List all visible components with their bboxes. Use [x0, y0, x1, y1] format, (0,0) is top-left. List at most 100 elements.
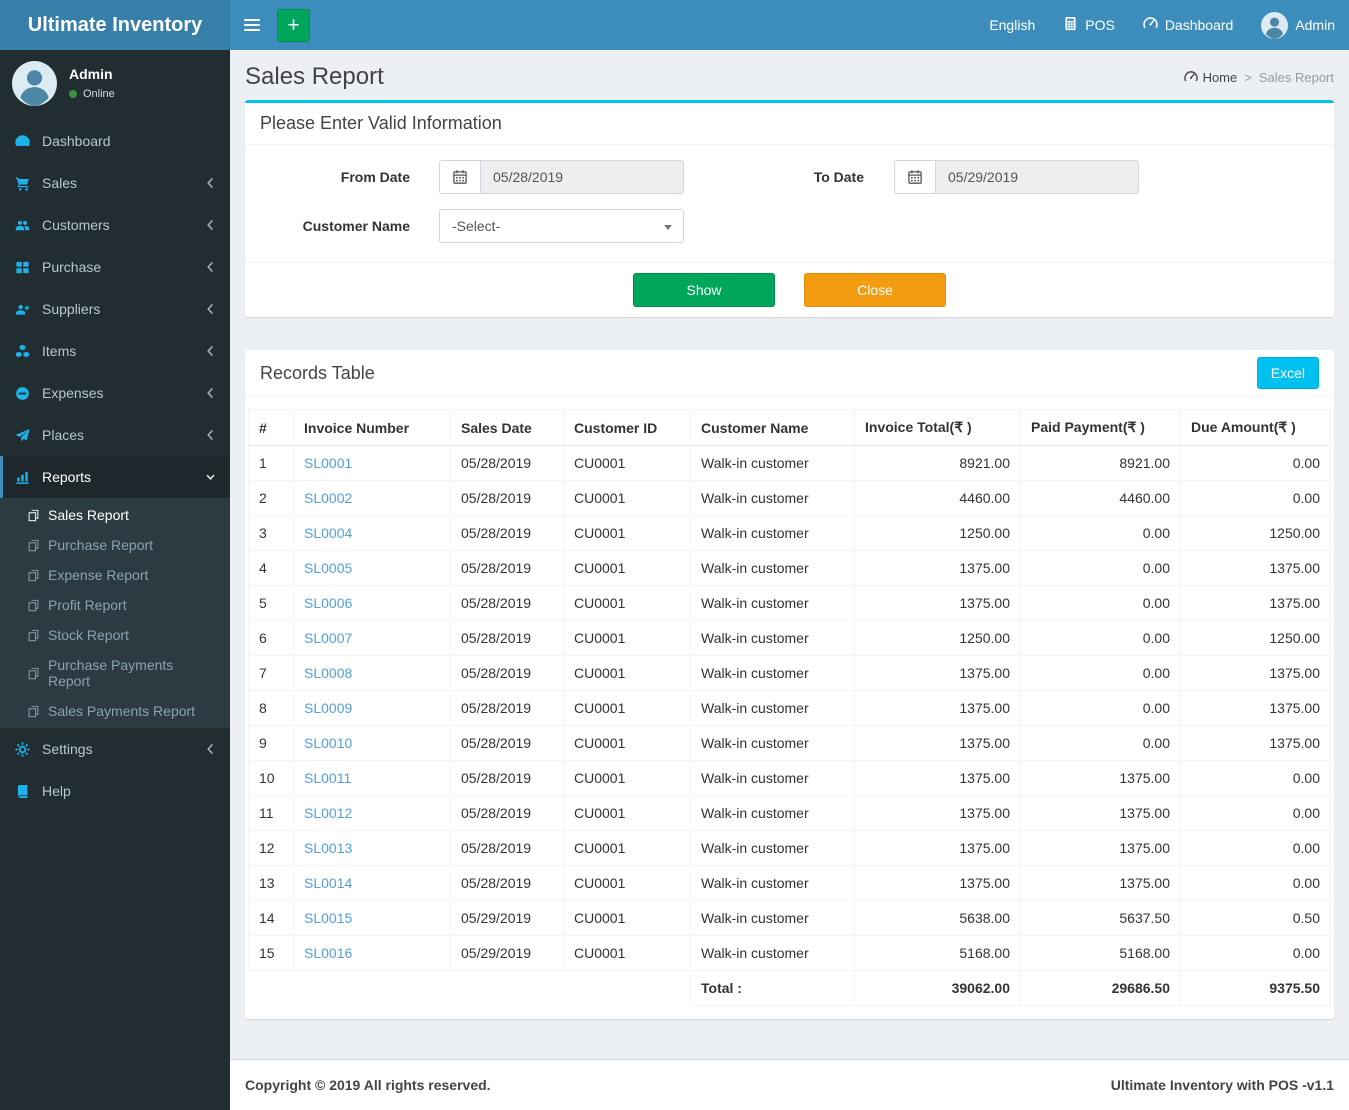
invoice-link[interactable]: SL0012	[304, 805, 352, 821]
row-number: 8	[248, 690, 294, 726]
due-amount-cell: 0.00	[1180, 830, 1331, 866]
column-header-due-amount[interactable]: Due Amount(₹ )	[1180, 409, 1331, 446]
table-row: 10 SL0011 05/28/2019 CU0001 Walk-in customer…	[248, 760, 1331, 796]
sidebar-item-label: Dashboard	[42, 133, 111, 149]
invoice-link[interactable]: SL0010	[304, 735, 352, 751]
due-amount-cell: 1250.00	[1180, 620, 1331, 656]
from-date-input[interactable]	[480, 160, 684, 194]
table-row: 14 SL0015 05/29/2019 CU0001 Walk-in customer…	[248, 900, 1331, 936]
invoice-link[interactable]: SL0016	[304, 945, 352, 961]
row-number: 10	[248, 760, 294, 796]
customer-name-cell: Walk-in customer	[690, 445, 855, 481]
invoice-link[interactable]: SL0004	[304, 525, 352, 541]
angle-left-icon	[206, 177, 215, 189]
nav-dashboard[interactable]: Dashboard	[1129, 0, 1248, 50]
sidebar-subitem-sales-report[interactable]: Sales Report	[0, 500, 230, 530]
to-date-input[interactable]	[935, 160, 1139, 194]
records-panel: Records Table Excel # Invoice Number Sales…	[245, 350, 1334, 1019]
user-status[interactable]: Online	[69, 88, 115, 100]
table-row: 6 SL0007 05/28/2019 CU0001 Walk-in customer 1…	[248, 620, 1331, 656]
column-header-customer-name[interactable]: Customer Name	[690, 409, 855, 446]
paid-payment-cell: 1375.00	[1020, 760, 1181, 796]
quick-add-button[interactable]: +	[277, 8, 310, 42]
sidebar-item-help[interactable]: Help	[0, 770, 230, 812]
bar-chart-icon	[15, 470, 33, 485]
invoice-link[interactable]: SL0013	[304, 840, 352, 856]
column-header-invoice-number[interactable]: Invoice Number	[293, 409, 451, 446]
sidebar-subitem-purchase-report[interactable]: Purchase Report	[0, 530, 230, 560]
sidebar-item-settings[interactable]: Settings	[0, 728, 230, 770]
sidebar-item-reports[interactable]: Reports	[0, 456, 230, 498]
hamburger-icon	[244, 19, 260, 31]
sidebar-subitem-purchase-payments-report[interactable]: Purchase Payments Report	[0, 650, 230, 696]
copy-icon	[27, 599, 40, 612]
customer-name-cell: Walk-in customer	[690, 935, 855, 971]
paid-payment-cell: 0.00	[1020, 620, 1181, 656]
nav-pos[interactable]: POS	[1049, 0, 1129, 50]
sidebar-item-label: Settings	[42, 741, 93, 757]
app-logo[interactable]: Ultimate Inventory	[0, 0, 230, 50]
invoice-link[interactable]: SL0008	[304, 665, 352, 681]
sidebar-item-expenses[interactable]: Expenses	[0, 372, 230, 414]
sidebar-item-label: Places	[42, 427, 85, 443]
nav-user-menu[interactable]: Admin	[1247, 0, 1349, 50]
customer-name-cell: Walk-in customer	[690, 550, 855, 586]
sidebar-item-purchase[interactable]: Purchase	[0, 246, 230, 288]
customer-select[interactable]: -Select-	[439, 209, 684, 243]
total-paid-amount: 29686.50	[1020, 970, 1181, 1006]
sidebar-item-places[interactable]: Places	[0, 414, 230, 456]
customer-id-cell: CU0001	[563, 865, 691, 901]
sidebar-item-label: Expenses	[42, 385, 104, 401]
invoice-link[interactable]: SL0011	[304, 770, 351, 786]
column-header-invoice-total[interactable]: Invoice Total(₹ )	[854, 409, 1021, 446]
close-button[interactable]: Close	[804, 273, 946, 307]
table-header-row: # Invoice Number Sales Date Customer ID Cust…	[248, 409, 1331, 446]
dashboard-icon	[1143, 16, 1158, 34]
sidebar-toggle-button[interactable]	[230, 0, 274, 50]
invoice-total-cell: 1375.00	[854, 830, 1021, 866]
column-header-customer-id[interactable]: Customer ID	[563, 409, 691, 446]
show-button[interactable]: Show	[633, 273, 775, 307]
due-amount-cell: 0.00	[1180, 795, 1331, 831]
copy-icon	[27, 629, 40, 642]
sidebar: Admin Online Dashboard Sales Customers Purc…	[0, 50, 230, 1110]
sidebar-subitem-expense-report[interactable]: Expense Report	[0, 560, 230, 590]
breadcrumb-home[interactable]: Home	[1183, 70, 1237, 85]
invoice-link[interactable]: SL0014	[304, 875, 352, 891]
column-header-paid-payment[interactable]: Paid Payment(₹ )	[1020, 409, 1181, 446]
column-header-[interactable]: #	[248, 409, 294, 446]
sidebar-item-suppliers[interactable]: Suppliers	[0, 288, 230, 330]
sidebar-item-customers[interactable]: Customers	[0, 204, 230, 246]
invoice-total-cell: 4460.00	[854, 480, 1021, 516]
version-text: Ultimate Inventory with POS -v1.1	[1110, 1077, 1334, 1093]
invoice-link[interactable]: SL0002	[304, 490, 352, 506]
invoice-link[interactable]: SL0006	[304, 595, 352, 611]
due-amount-cell: 0.00	[1180, 480, 1331, 516]
customer-id-cell: CU0001	[563, 515, 691, 551]
paid-payment-cell: 1375.00	[1020, 865, 1181, 901]
sidebar-subitem-profit-report[interactable]: Profit Report	[0, 590, 230, 620]
sidebar-subitem-stock-report[interactable]: Stock Report	[0, 620, 230, 650]
sidebar-item-items[interactable]: Items	[0, 330, 230, 372]
customer-name-cell: Walk-in customer	[690, 865, 855, 901]
excel-export-button[interactable]: Excel	[1256, 357, 1319, 389]
sidebar-item-sales[interactable]: Sales	[0, 162, 230, 204]
invoice-link[interactable]: SL0009	[304, 700, 352, 716]
invoice-total-cell: 5168.00	[854, 935, 1021, 971]
sidebar-item-dashboard[interactable]: Dashboard	[0, 120, 230, 162]
customer-name-cell: Walk-in customer	[690, 760, 855, 796]
invoice-total-cell: 1375.00	[854, 795, 1021, 831]
book-icon	[15, 784, 33, 799]
sidebar-subitem-sales-payments-report[interactable]: Sales Payments Report	[0, 696, 230, 726]
invoice-link[interactable]: SL0005	[304, 560, 352, 576]
invoice-link[interactable]: SL0001	[304, 455, 352, 471]
column-header-sales-date[interactable]: Sales Date	[450, 409, 564, 446]
invoice-link[interactable]: SL0007	[304, 630, 352, 646]
copyright-text: Copyright © 2019 All rights reserved.	[245, 1077, 491, 1093]
due-amount-cell: 1375.00	[1180, 725, 1331, 761]
angle-left-icon	[206, 345, 215, 357]
sidebar-item-label: Help	[42, 783, 71, 799]
nav-language[interactable]: English	[975, 0, 1049, 50]
invoice-link[interactable]: SL0015	[304, 910, 352, 926]
row-number: 3	[248, 515, 294, 551]
